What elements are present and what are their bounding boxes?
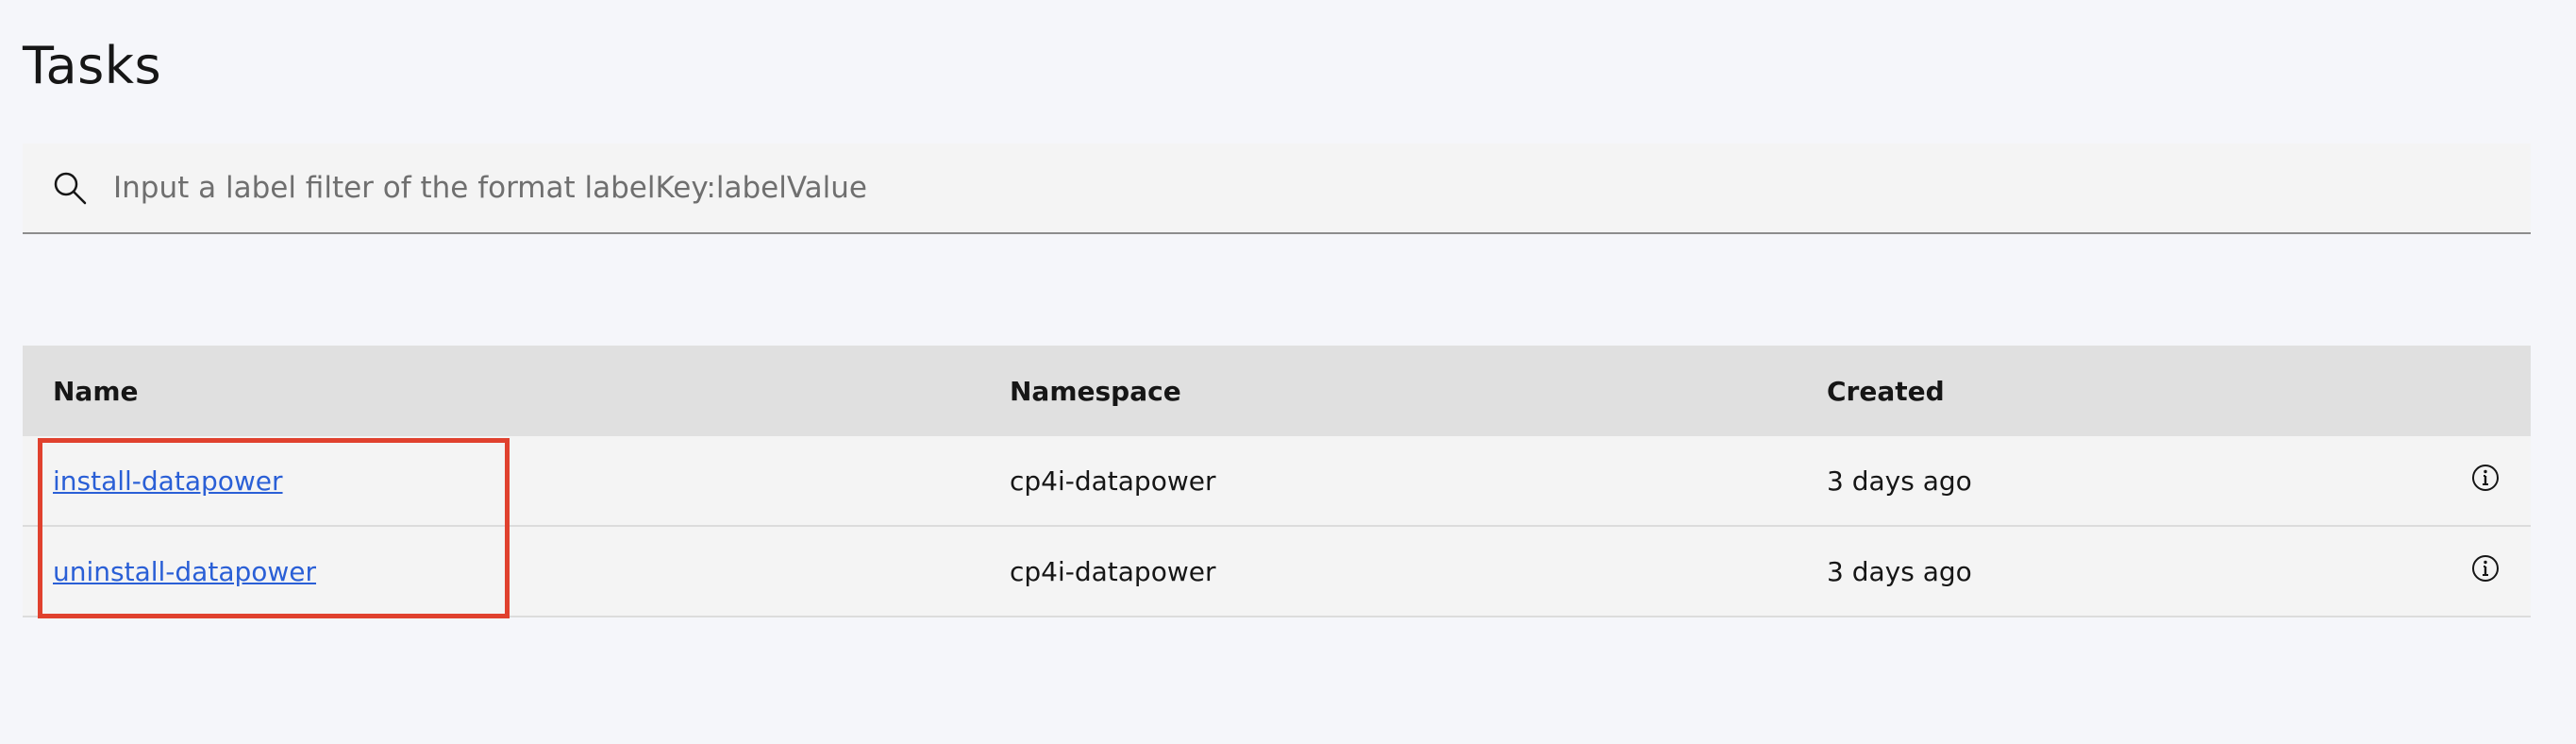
table-row: uninstall-datapower cp4i-datapower 3 day… <box>23 527 2531 617</box>
table-header: Name Namespace Created <box>23 346 2531 436</box>
search-input[interactable] <box>111 159 2531 217</box>
column-header-namespace[interactable]: Namespace <box>1010 376 1827 407</box>
namespace-cell: cp4i-datapower <box>1010 465 1216 497</box>
task-link-install-datapower[interactable]: install-datapower <box>53 465 283 497</box>
namespace-cell: cp4i-datapower <box>1010 555 1216 587</box>
info-icon[interactable] <box>2470 553 2501 590</box>
task-link-uninstall-datapower[interactable]: uninstall-datapower <box>53 556 316 587</box>
created-cell: 3 days ago <box>1827 465 1972 497</box>
created-cell: 3 days ago <box>1827 555 1972 587</box>
page-title: Tasks <box>23 36 162 95</box>
column-header-created[interactable]: Created <box>1827 376 2440 407</box>
table-row: install-datapower cp4i-datapower 3 days … <box>23 436 2531 527</box>
column-header-name[interactable]: Name <box>23 376 1010 407</box>
label-filter-search[interactable] <box>23 144 2531 234</box>
info-icon[interactable] <box>2470 463 2501 499</box>
search-icon <box>51 169 89 207</box>
tasks-table: Name Namespace Created install-datapower… <box>23 346 2531 617</box>
